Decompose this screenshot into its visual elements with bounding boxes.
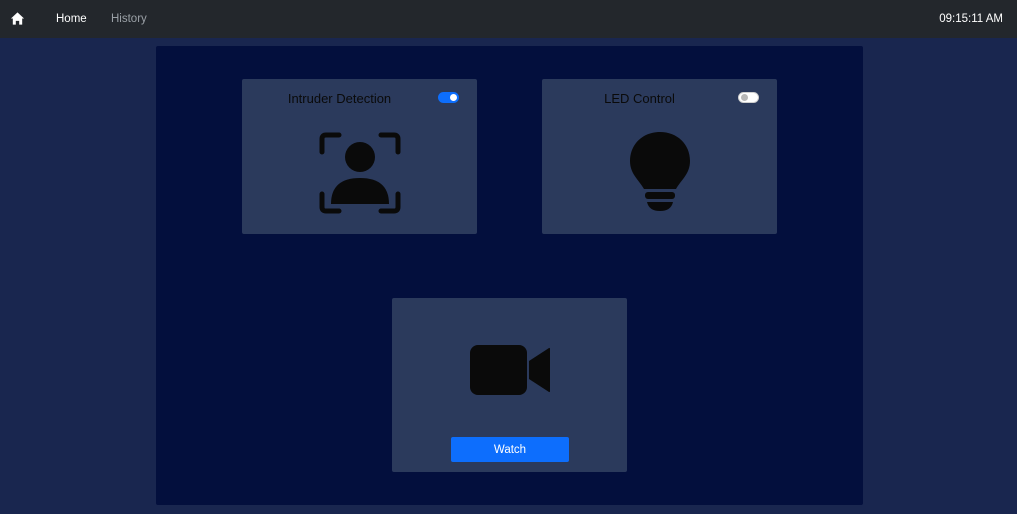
- nav-link-home[interactable]: Home: [56, 11, 87, 27]
- toggle-knob: [741, 94, 748, 101]
- intruder-detection-card: Intruder Detection: [242, 79, 477, 234]
- dashboard-panel: Intruder Detection LED Control Watch: [156, 46, 863, 505]
- camera-card: Watch: [392, 298, 627, 472]
- video-camera-icon: [470, 345, 550, 395]
- intruder-detection-toggle[interactable]: [438, 92, 459, 103]
- watch-button[interactable]: Watch: [451, 437, 569, 462]
- toggle-knob: [450, 94, 457, 101]
- clock-time: 09:15:11 AM: [939, 13, 1003, 25]
- lightbulb-icon: [630, 132, 690, 211]
- nav-link-history[interactable]: History: [111, 11, 147, 27]
- person-scan-icon: [319, 132, 401, 214]
- home-icon[interactable]: [10, 11, 25, 26]
- top-navbar: Home History 09:15:11 AM: [0, 0, 1017, 38]
- led-control-toggle[interactable]: [738, 92, 759, 103]
- led-control-card: LED Control: [542, 79, 777, 234]
